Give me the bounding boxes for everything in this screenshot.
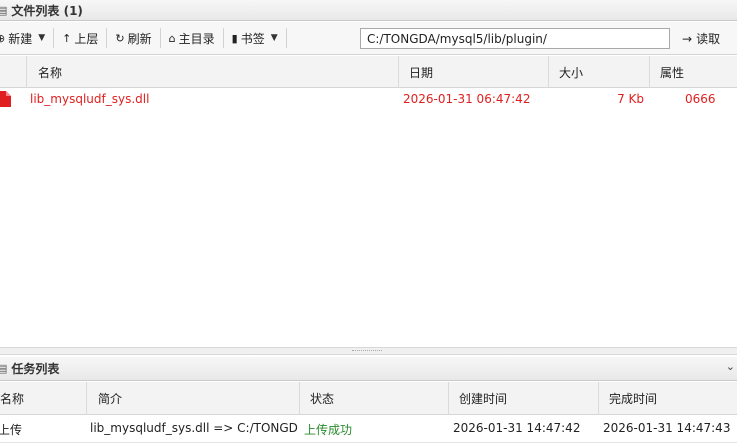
file-size: 7 Kb (617, 92, 644, 106)
task-column-header-desc[interactable]: 简介 (86, 382, 299, 415)
file-toolbar: ⊕ 新建 ▼ ↑ 上层 ↻ 刷新 ⌂ 主目录 ▮ 书签 ▼ → 读取 (0, 22, 737, 55)
task-name: 上传 (0, 423, 23, 437)
task-column-header-name[interactable]: 名称 (0, 382, 86, 415)
home-label: 主目录 (178, 31, 215, 46)
bookmark-button[interactable]: ▮ 书签 ▼ (224, 22, 286, 55)
task-created: 2026-01-31 14:47:42 (453, 421, 581, 435)
column-header-date[interactable]: 日期 (398, 56, 548, 88)
file-name[interactable]: lib_mysqludf_sys.dll (30, 92, 149, 106)
column-header-attr[interactable]: 属性 (649, 56, 737, 88)
task-table-header: 名称 简介 状态 创建时间 完成时间 (0, 382, 737, 415)
file-icon-column-header (0, 56, 26, 88)
task-column-header-finished[interactable]: 完成时间 (598, 382, 737, 415)
splitter-grip (352, 350, 382, 352)
file-list-title: 文件列表 (1) (11, 3, 83, 18)
task-row[interactable]: 上传 lib_mysqludf_sys.dll => C:/TONGDA 上传成… (0, 416, 737, 443)
panel-splitter[interactable] (0, 347, 737, 355)
file-row[interactable]: lib_mysqludf_sys.dll 2026-01-31 06:47:42… (0, 88, 737, 112)
task-desc: lib_mysqludf_sys.dll => C:/TONGDA (90, 421, 298, 435)
home-button[interactable]: ⌂ 主目录 (161, 22, 223, 55)
task-column-header-created[interactable]: 创建时间 (448, 382, 598, 415)
task-list-header: ▤ 任务列表 ⌄ (0, 357, 737, 381)
plus-circle-icon: ⊕ (0, 31, 6, 45)
chevron-down-icon: ▼ (270, 33, 278, 43)
list-icon: ▤ (0, 362, 8, 375)
file-list-header: ▤ 文件列表 (1) (0, 0, 737, 21)
home-icon: ⌂ (168, 31, 176, 45)
arrow-right-icon: → (682, 31, 693, 46)
bookmark-label: 书签 (240, 31, 265, 46)
read-button[interactable]: → 读取 (676, 22, 726, 55)
file-date: 2026-01-31 06:47:42 (403, 92, 531, 106)
file-table-header: 名称 日期 大小 属性 (0, 56, 737, 88)
refresh-label: 刷新 (127, 31, 152, 46)
up-level-label: 上层 (74, 31, 99, 46)
task-finished: 2026-01-31 14:47:43 (603, 421, 731, 435)
bookmark-icon: ▮ (231, 31, 238, 45)
task-column-header-status[interactable]: 状态 (299, 382, 448, 415)
arrow-up-icon: ↑ (62, 31, 72, 45)
chevron-down-icon: ▼ (38, 33, 46, 43)
read-label: 读取 (696, 32, 721, 46)
refresh-button[interactable]: ↻ 刷新 (107, 22, 159, 55)
folder-icon: ▤ (0, 3, 8, 17)
file-perm: 0666 (685, 92, 716, 106)
column-header-size[interactable]: 大小 (548, 56, 649, 88)
column-header-name[interactable]: 名称 (26, 56, 398, 88)
path-input[interactable] (360, 28, 670, 49)
new-label: 新建 (8, 31, 33, 46)
toolbar-divider (285, 28, 287, 48)
refresh-icon: ↻ (115, 31, 125, 45)
new-button[interactable]: ⊕ 新建 ▼ (0, 22, 53, 55)
task-status: 上传成功 (304, 423, 353, 437)
collapse-icon[interactable]: ⌄ (726, 360, 735, 373)
file-icon (0, 91, 11, 110)
task-list-title: 任务列表 (11, 362, 60, 376)
up-level-button[interactable]: ↑ 上层 (54, 22, 106, 55)
